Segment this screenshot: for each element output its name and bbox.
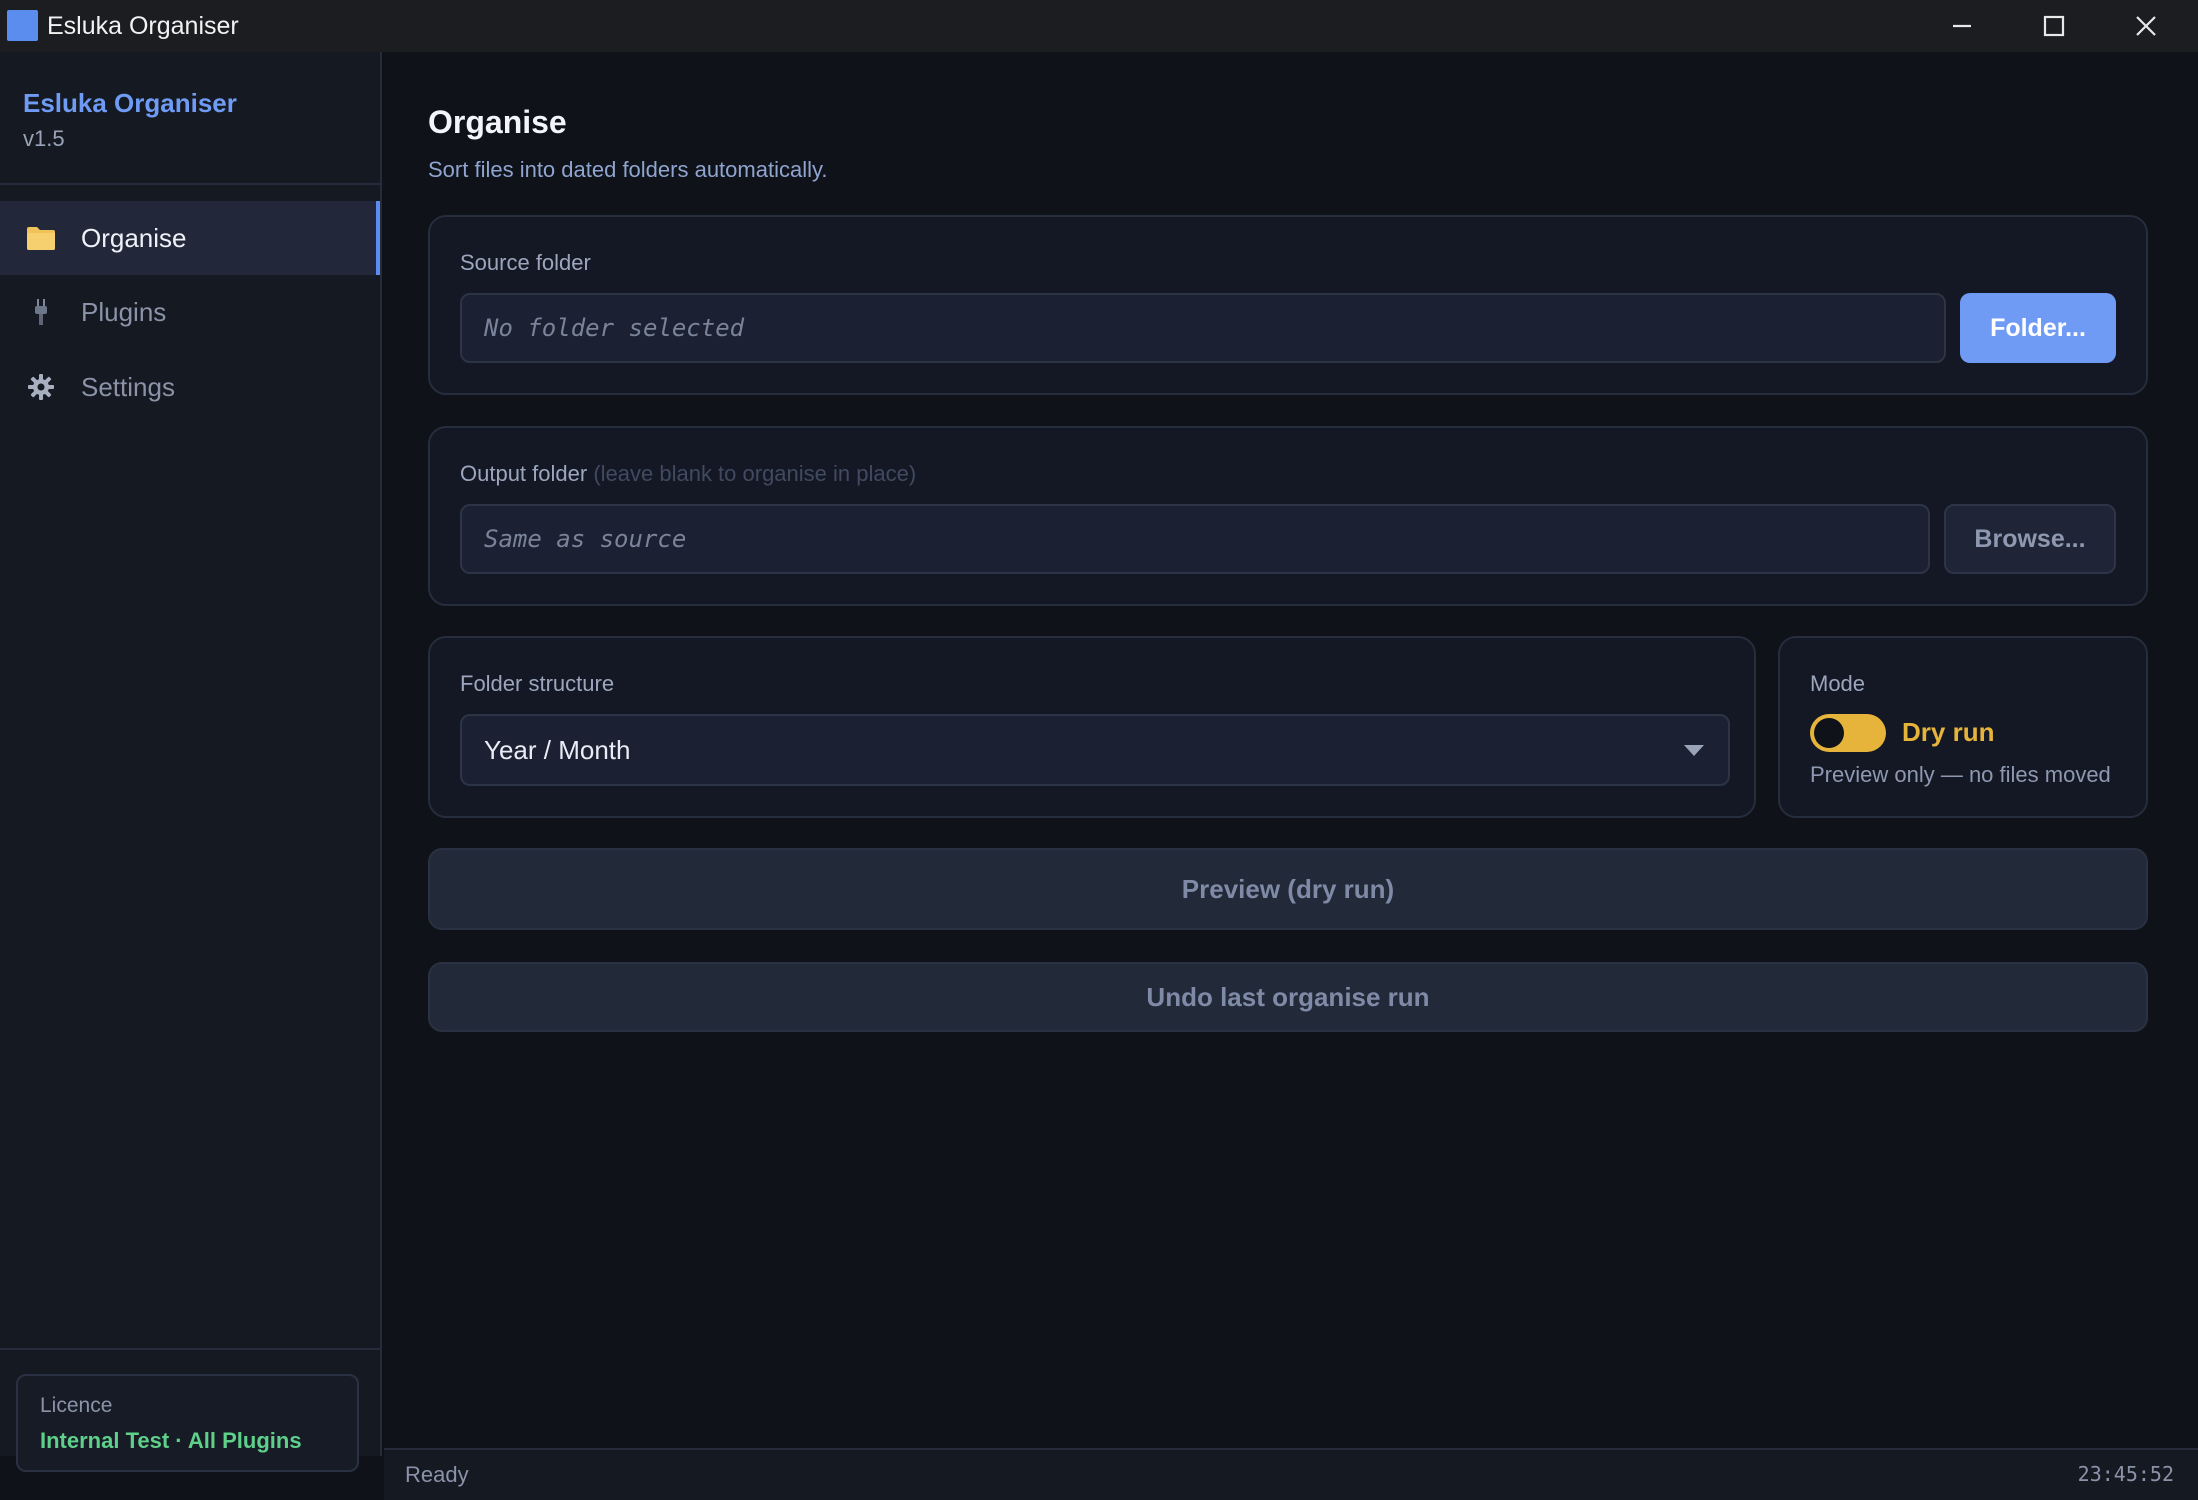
sidebar-item-label: Settings [81,371,175,402]
sidebar: Esluka Organiser v1.5 Organise Plugins S… [0,52,382,1472]
brand-name: Esluka Organiser [23,88,237,118]
licence-value: Internal Test · All Plugins [40,1428,302,1453]
title-bar[interactable]: Esluka Organiser [0,0,2198,52]
mode-card: Mode Dry run Preview only — no files mov… [1778,636,2148,818]
folder-structure-label: Folder structure [460,671,615,696]
select-folder-button[interactable]: Folder... [1960,293,2116,363]
mode-description: Preview only — no files moved [1810,762,2111,787]
folder-structure-select[interactable]: Year / Month [460,714,1730,786]
status-bar: Ready 23:45:52 [384,1448,2198,1500]
folder-structure-card: Folder structure Year / Month [428,636,1756,818]
minimize-icon [1953,24,1971,28]
source-folder-card: Source folder No folder selected Folder.… [428,215,2148,395]
source-folder-input[interactable]: No folder selected [460,293,1946,363]
toggle-knob [1814,718,1844,748]
dry-run-toggle[interactable] [1810,714,1886,752]
sidebar-item-organise[interactable]: Organise [0,201,380,275]
sidebar-item-plugins[interactable]: Plugins [0,275,380,349]
licence-card: Licence Internal Test · All Plugins [16,1374,359,1472]
mode-label: Mode [1810,671,1866,696]
window-title: Esluka Organiser [47,12,239,40]
dry-run-label: Dry run [1902,717,1995,747]
folder-structure-value: Year / Month [484,734,631,765]
sidebar-divider [0,183,380,185]
maximize-icon [2043,15,2065,37]
main-content: Organise Sort files into dated folders a… [384,52,2198,1448]
close-button[interactable] [2100,0,2192,52]
status-text: Ready [405,1462,469,1487]
sidebar-item-label: Plugins [81,296,167,327]
sidebar-item-label: Organise [81,222,187,253]
app-logo-icon [7,10,38,41]
plug-icon [24,295,58,329]
app-window: Esluka Organiser Esluka Organiser v1.5 O… [0,0,2198,1500]
preview-dry-run-button[interactable]: Preview (dry run) [428,848,2148,930]
output-folder-input[interactable]: Same as source [460,504,1930,574]
page-subtitle: Sort files into dated folders automatica… [428,157,828,182]
output-folder-label: Output folder (leave blank to organise i… [460,461,916,487]
source-folder-label: Source folder [460,250,591,275]
app-version: v1.5 [23,126,65,151]
gear-icon [24,370,58,404]
chevron-down-icon [1684,745,1704,756]
output-folder-card: Output folder (leave blank to organise i… [428,426,2148,606]
folder-icon [24,221,58,255]
sidebar-item-settings[interactable]: Settings [0,350,380,424]
output-folder-hint: (leave blank to organise in place) [593,461,917,486]
maximize-button[interactable] [2008,0,2100,52]
close-icon [2136,16,2156,36]
undo-last-run-button[interactable]: Undo last organise run [428,962,2148,1032]
minimize-button[interactable] [1916,0,2008,52]
page-title: Organise [428,104,567,140]
output-folder-label-text: Output folder [460,461,588,486]
status-time: 23:45:52 [2077,1462,2174,1486]
licence-label: Licence [40,1394,113,1417]
browse-output-button[interactable]: Browse... [1944,504,2116,574]
sidebar-divider [0,1348,380,1350]
